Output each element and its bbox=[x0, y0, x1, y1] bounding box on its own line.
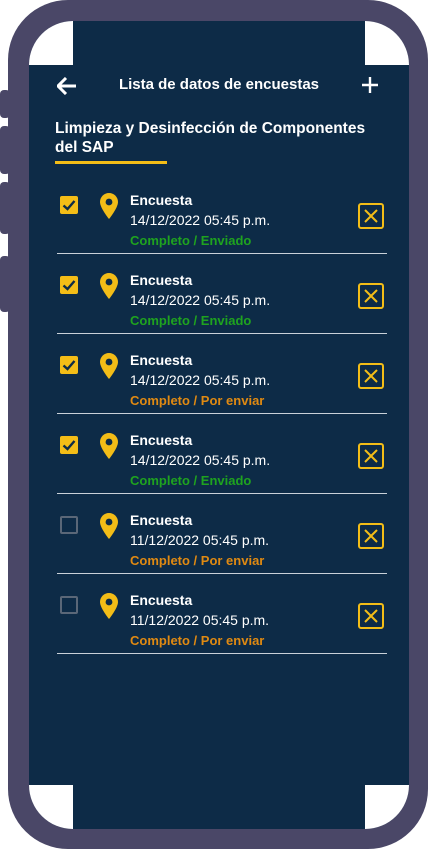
map-pin-icon bbox=[100, 433, 118, 459]
close-box-icon bbox=[360, 289, 382, 311]
plus-icon[interactable] bbox=[361, 76, 379, 94]
delete-button[interactable] bbox=[358, 523, 384, 549]
survey-status: Completo / Enviado bbox=[130, 473, 252, 488]
screen-corner bbox=[29, 21, 73, 65]
survey-name: Encuesta bbox=[130, 432, 193, 448]
list-item[interactable]: Encuesta 11/12/2022 05:45 p.m. Completo / … bbox=[29, 501, 409, 581]
phone-side-button bbox=[0, 182, 10, 234]
survey-name: Encuesta bbox=[130, 352, 193, 368]
survey-status: Completo / Por enviar bbox=[130, 553, 265, 568]
survey-date: 11/12/2022 05:45 p.m. bbox=[130, 532, 270, 548]
map-pin-icon bbox=[100, 353, 118, 379]
select-checkbox[interactable] bbox=[60, 196, 78, 214]
select-checkbox[interactable] bbox=[60, 356, 78, 374]
select-checkbox[interactable] bbox=[60, 516, 78, 534]
row-divider bbox=[57, 493, 387, 494]
close-box-icon bbox=[360, 529, 382, 551]
close-box-icon bbox=[360, 369, 382, 391]
survey-date: 14/12/2022 05:45 p.m. bbox=[130, 372, 271, 388]
close-box-icon bbox=[360, 209, 382, 231]
delete-button[interactable] bbox=[358, 283, 384, 309]
survey-status: Completo / Por enviar bbox=[130, 633, 265, 648]
close-box-icon bbox=[360, 449, 382, 471]
survey-status: Completo / Enviado bbox=[130, 233, 252, 248]
row-divider bbox=[57, 333, 387, 334]
list-item[interactable]: Encuesta 14/12/2022 05:45 p.m. Completo / … bbox=[29, 341, 409, 421]
map-pin-icon bbox=[100, 193, 118, 219]
survey-date: 14/12/2022 05:45 p.m. bbox=[130, 452, 271, 468]
map-pin-icon bbox=[100, 273, 118, 299]
survey-date: 14/12/2022 05:45 p.m. bbox=[130, 292, 271, 308]
select-checkbox[interactable] bbox=[60, 436, 78, 454]
survey-name: Encuesta bbox=[130, 592, 193, 608]
delete-button[interactable] bbox=[358, 203, 384, 229]
phone-side-button bbox=[0, 256, 10, 312]
delete-button[interactable] bbox=[358, 443, 384, 469]
phone-side-button bbox=[0, 90, 10, 118]
map-pin-icon bbox=[100, 593, 118, 619]
list-item[interactable]: Encuesta 11/12/2022 05:45 p.m. Completo / … bbox=[29, 581, 409, 661]
section-title: Limpieza y Desinfección de Componentes d… bbox=[55, 120, 366, 156]
screen-corner bbox=[365, 785, 409, 829]
list-item[interactable]: Encuesta 14/12/2022 05:45 p.m. Completo / … bbox=[29, 181, 409, 261]
survey-name: Encuesta bbox=[130, 192, 193, 208]
select-checkbox[interactable] bbox=[60, 276, 78, 294]
section-underline bbox=[55, 161, 167, 164]
phone-side-button bbox=[0, 126, 10, 174]
row-divider bbox=[57, 253, 387, 254]
app-bar: Lista de datos de encuestas bbox=[29, 65, 409, 105]
list-item[interactable]: Encuesta 14/12/2022 05:45 p.m. Completo / … bbox=[29, 421, 409, 501]
survey-date: 11/12/2022 05:45 p.m. bbox=[130, 612, 270, 628]
delete-button[interactable] bbox=[358, 603, 384, 629]
page-title: Lista de datos de encuestas bbox=[118, 76, 320, 93]
survey-name: Encuesta bbox=[130, 512, 193, 528]
app-screen: Lista de datos de encuestas Limpieza y D… bbox=[29, 21, 409, 829]
screen-corner bbox=[365, 21, 409, 65]
survey-status: Completo / Enviado bbox=[130, 313, 252, 328]
survey-status: Completo / Por enviar bbox=[130, 393, 265, 408]
survey-name: Encuesta bbox=[130, 272, 193, 288]
row-divider bbox=[57, 573, 387, 574]
row-divider bbox=[57, 413, 387, 414]
map-pin-icon bbox=[100, 513, 118, 539]
survey-date: 14/12/2022 05:45 p.m. bbox=[130, 212, 271, 228]
list-item[interactable]: Encuesta 14/12/2022 05:45 p.m. Completo / … bbox=[29, 261, 409, 341]
delete-button[interactable] bbox=[358, 363, 384, 389]
close-box-icon bbox=[360, 609, 382, 631]
row-divider bbox=[57, 653, 387, 654]
screen-corner bbox=[29, 785, 73, 829]
select-checkbox[interactable] bbox=[60, 596, 78, 614]
